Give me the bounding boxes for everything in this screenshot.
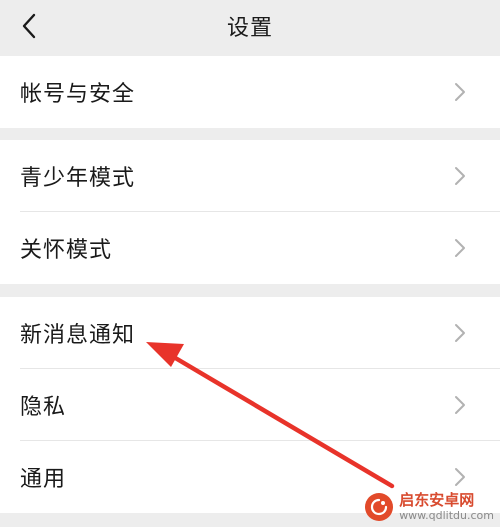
chevron-right-icon: [455, 324, 465, 342]
chevron-right-icon: [455, 396, 465, 414]
settings-item-label: 新消息通知: [20, 323, 136, 348]
settings-item-label: 关怀模式: [20, 238, 113, 263]
chevron-right-icon: [455, 167, 465, 185]
chevron-right-icon: [455, 83, 465, 101]
settings-item-label: 隐私: [20, 395, 67, 420]
settings-item-privacy[interactable]: 隐私: [0, 369, 500, 441]
watermark-name: 启东安卓网: [399, 491, 475, 509]
back-button[interactable]: [12, 8, 46, 44]
watermark-logo-icon: [365, 493, 394, 521]
chevron-right-icon: [455, 468, 465, 486]
settings-group-account: 帐号与安全: [0, 56, 500, 128]
settings-item-label: 通用: [20, 467, 67, 492]
page-title: 设置: [226, 16, 273, 41]
settings-item-account-security[interactable]: 帐号与安全: [0, 56, 500, 128]
settings-item-new-message-notification[interactable]: 新消息通知: [0, 297, 500, 369]
settings-item-care-mode[interactable]: 关怀模式: [0, 212, 500, 284]
chevron-left-icon: [22, 13, 36, 39]
chevron-right-icon: [455, 239, 465, 257]
watermark: 启东安卓网 www.qdlitdu.com: [365, 493, 494, 521]
settings-group-general: 新消息通知 隐私 通用: [0, 297, 500, 513]
settings-item-label: 帐号与安全: [20, 82, 136, 107]
settings-item-label: 青少年模式: [20, 166, 136, 191]
nav-bar: 设置: [0, 0, 500, 52]
watermark-url: www.qdlitdu.com: [399, 509, 494, 522]
settings-item-teen-mode[interactable]: 青少年模式: [0, 140, 500, 212]
settings-group-modes: 青少年模式 关怀模式: [0, 140, 500, 284]
